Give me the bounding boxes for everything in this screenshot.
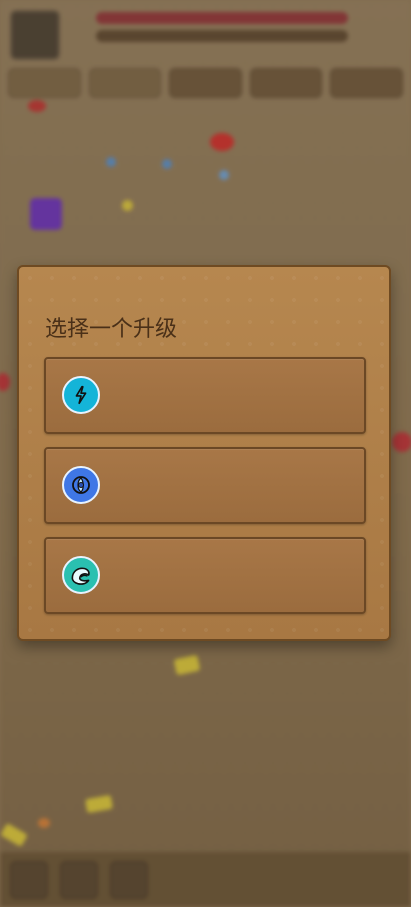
- modal-title: 选择一个升级: [45, 317, 178, 342]
- lightning-icon: [62, 376, 100, 414]
- shield-wave-icon: [62, 556, 100, 594]
- upgrade-option-2[interactable]: [44, 447, 366, 524]
- upgrade-modal: 选择一个升级: [17, 265, 391, 641]
- upgrade-option-1[interactable]: [44, 357, 366, 434]
- upgrade-option-3[interactable]: [44, 537, 366, 614]
- orbit-icon: [62, 466, 100, 504]
